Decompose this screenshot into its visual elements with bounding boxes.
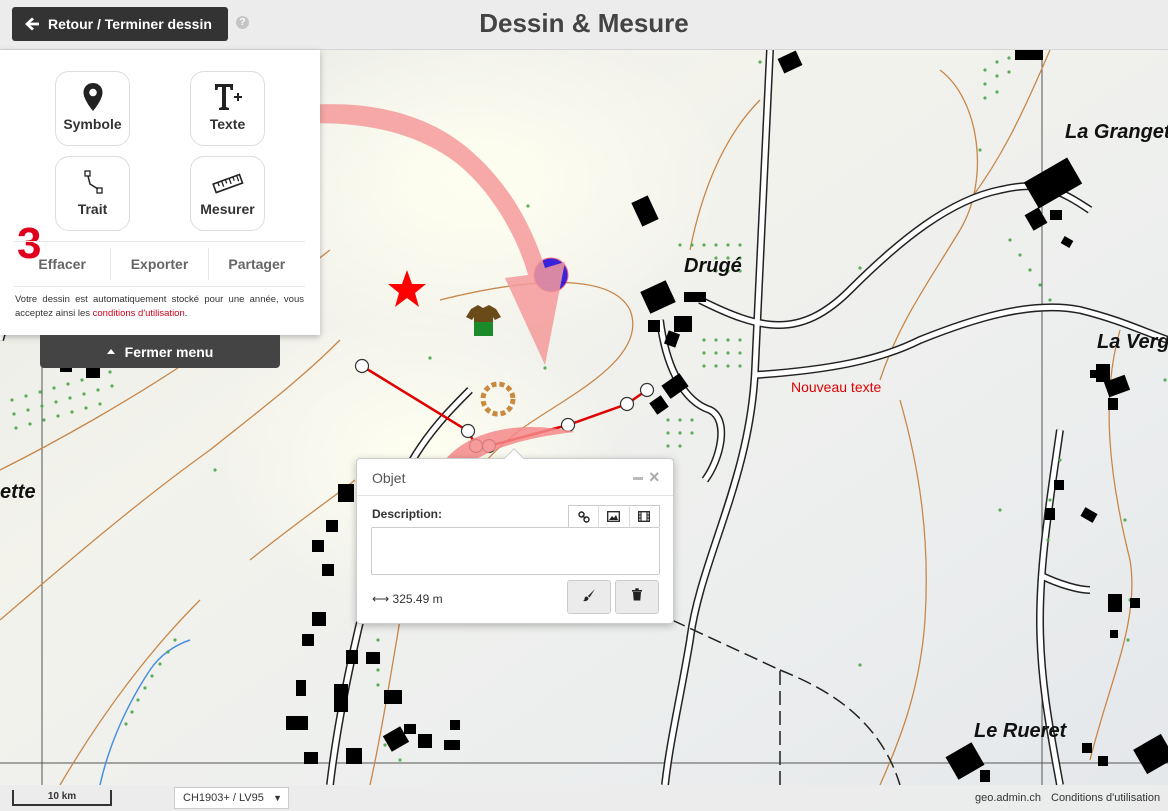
arrow-left-icon [24,16,40,32]
description-label: Description: [372,507,443,521]
place-label-la-grangette: La Grangett [1065,121,1168,143]
popup-title: Objet [372,470,406,486]
tool-text-label: Texte [209,116,246,132]
map-marker-icon [56,82,129,114]
caret-down-icon: ▼ [273,793,282,803]
caret-up-icon [106,349,115,354]
drawn-text-label[interactable]: Nouveau texte [791,379,881,395]
object-popup: Objet × Description: ⟷ 325.49 m [356,448,674,624]
close-menu-button[interactable]: Fermer menu [40,335,280,368]
crs-select[interactable]: CH1903+ / LV95 ▼ [174,787,289,809]
ruler-icon [191,167,264,199]
film-icon[interactable] [630,506,659,527]
tool-line-label: Trait [77,201,108,217]
media-buttons [568,505,660,527]
place-label-le-rueret: Le Rueret [974,720,1068,742]
description-textarea[interactable] [371,527,660,575]
crs-select-value: CH1903+ / LV95 [183,792,264,804]
tool-symbol-label: Symbole [63,116,122,132]
place-label-ette: ette [0,481,36,503]
place-label-la-vergne: La Vergi [1097,331,1168,353]
link-icon[interactable] [569,506,600,527]
minimize-icon[interactable] [633,477,643,480]
delete-button[interactable]: Effacer [14,242,110,286]
tool-text-button[interactable]: Texte [190,71,265,146]
export-button[interactable]: Exporter [111,242,207,286]
length-icon: ⟷ [372,592,390,606]
measurement-value: 325.49 m [392,592,443,606]
popup-header: Objet × [357,459,673,496]
polyline-icon [56,167,129,199]
measurement-readout: ⟷ 325.49 m [372,592,443,606]
tool-line-button[interactable]: Trait [55,156,130,231]
trash-icon [631,588,643,606]
image-icon[interactable] [599,506,630,527]
close-menu-label: Fermer menu [124,343,214,360]
tool-symbol-button[interactable]: Symbole [55,71,130,146]
close-icon[interactable]: × [649,467,660,488]
terms-link[interactable]: conditions d'utilisation [93,308,185,319]
tool-measure-label: Mesurer [200,201,255,217]
footer-terms-link[interactable]: Conditions d'utilisation [1051,792,1160,804]
text-plus-icon [191,82,264,114]
back-button-label: Retour / Terminer dessin [48,16,212,32]
delete-object-button[interactable] [615,580,659,614]
share-button[interactable]: Partager [209,242,305,286]
style-button[interactable] [567,580,611,614]
footer-domain: geo.admin.ch [975,792,1042,804]
panel-actions: Effacer Exporter Partager [14,241,305,287]
scale-bar: 10 km [12,790,112,806]
back-finish-drawing-button[interactable]: Retour / Terminer dessin [12,7,228,41]
tool-measure-button[interactable]: Mesurer [190,156,265,231]
notice-end: . [184,308,188,319]
brush-icon [582,588,596,607]
help-icon[interactable]: ? [236,16,249,29]
storage-notice: Votre dessin est automatiquement stocké … [15,293,304,321]
drawing-panel: Symbole Texte Trait Mesurer 3 Effacer Ex… [0,50,320,335]
place-label-druge: Drugé [684,255,742,277]
